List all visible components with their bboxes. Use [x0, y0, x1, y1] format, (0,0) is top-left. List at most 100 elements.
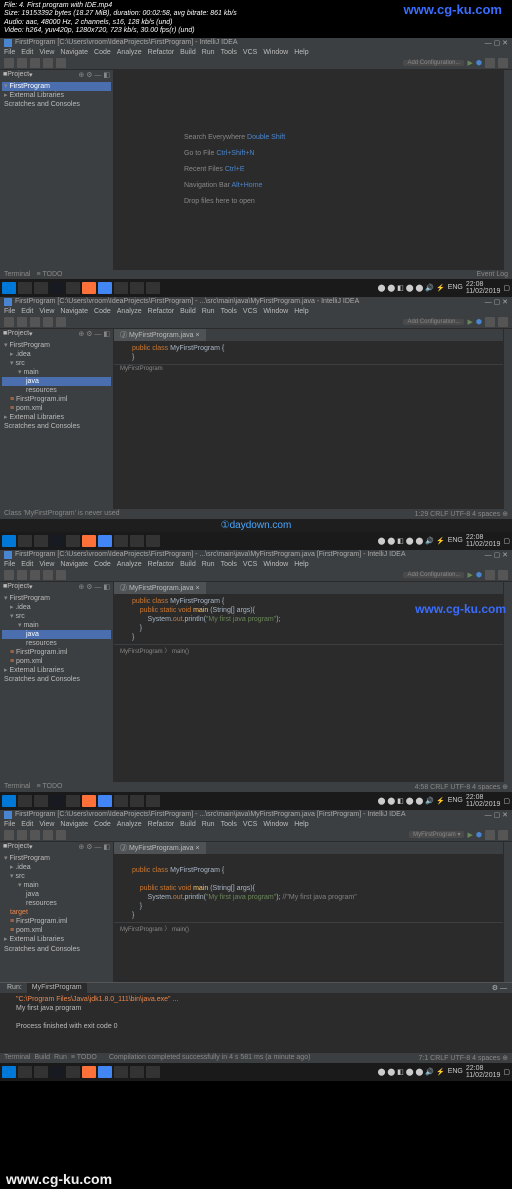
clock[interactable]: 22:08: [466, 281, 484, 288]
firefox-icon[interactable]: [82, 282, 96, 294]
menu-analyze[interactable]: Analyze: [117, 49, 142, 56]
welcome-drop: Drop files here to open: [184, 198, 255, 205]
toolbar: Add Configuration... ▶ ⬢: [0, 57, 512, 70]
statusbar: Terminal ≡ TODO Event Log: [0, 270, 512, 279]
welcome-panel: Search Everywhere Double Shift Go to Fil…: [114, 70, 503, 270]
chrome-icon[interactable]: [98, 282, 112, 294]
watermark-daydown: ①daydown.com: [0, 519, 512, 532]
window-controls[interactable]: — ▢ ✕: [485, 298, 508, 306]
console-stdout: My first java program: [16, 1004, 496, 1013]
console-tab[interactable]: MyFirstProgram: [27, 983, 87, 993]
menu-view[interactable]: View: [39, 49, 54, 56]
tree-main[interactable]: main: [2, 368, 111, 377]
search-icon[interactable]: [498, 317, 508, 327]
debug-icon[interactable]: ⬢: [476, 318, 482, 326]
intellij-icon[interactable]: [146, 282, 160, 294]
run-config[interactable]: Add Configuration...: [403, 60, 464, 66]
watermark-cgku-bot: www.cg-ku.com: [6, 1171, 112, 1187]
debug-icon[interactable]: ⬢: [476, 59, 482, 67]
notif-icon[interactable]: ▢: [503, 284, 510, 292]
menubar[interactable]: File Edit View Navigate Code Analyze Ref…: [0, 48, 512, 57]
date: 11/02/2019: [466, 288, 501, 295]
menu-window[interactable]: Window: [263, 49, 288, 56]
menu-run[interactable]: Run: [202, 49, 215, 56]
tree-idea[interactable]: .idea: [2, 350, 111, 359]
status-msg: Compilation completed successfully in 4 …: [109, 1054, 311, 1061]
lang[interactable]: ENG: [448, 284, 463, 291]
breadcrumb[interactable]: MyFirstProgram 〉 main(): [114, 644, 503, 656]
refresh-icon[interactable]: [30, 58, 40, 68]
ide-window-1: FirstProgram [C:\Users\vroom\IdeaProject…: [0, 38, 512, 279]
windows-taskbar[interactable]: ⬤ ⬤ ◧ ⬤ ⬤ 🔊 ⚡ENG22:0811/02/2019▢: [0, 532, 512, 550]
ide-window-4: FirstProgram [C:\Users\vroom\IdeaProject…: [0, 810, 512, 1063]
tray-icons[interactable]: ⬤ ⬤ ◧ ⬤ ⬤ 🔊 ⚡: [378, 284, 445, 292]
console-exit: Process finished with exit code 0: [16, 1022, 496, 1031]
redo-icon[interactable]: [56, 58, 66, 68]
tree-res[interactable]: resources: [2, 386, 111, 395]
project-label: Project: [7, 71, 29, 78]
console-output[interactable]: "C:\Program Files\Java\jdk1.8.0_111\bin\…: [0, 993, 512, 1053]
window-title: FirstProgram [C:\Users\vroom\IdeaProject…: [15, 551, 406, 558]
video-audio: Audio: aac, 48000 Hz, 2 channels, s16, 1…: [4, 19, 508, 27]
tree-pom[interactable]: pom.xml: [2, 404, 111, 413]
search-icon[interactable]: [18, 282, 32, 294]
tree-scratch[interactable]: Scratches and Consoles: [2, 422, 111, 431]
tree-iml[interactable]: FirstProgram.iml: [2, 395, 111, 404]
code-area[interactable]: public class MyFirstProgram { }: [114, 342, 503, 364]
tree-lib[interactable]: External Libraries: [2, 413, 111, 422]
window-controls[interactable]: — ▢ ✕: [485, 39, 508, 47]
open-icon[interactable]: [4, 58, 14, 68]
run-label[interactable]: Run:: [2, 983, 27, 993]
project-tree[interactable]: FirstProgram .idea src main java resourc…: [0, 339, 113, 434]
save-icon[interactable]: [17, 58, 27, 68]
todo-button[interactable]: ≡ TODO: [36, 271, 62, 278]
toolbar: Add Configuration... ▶ ⬢: [0, 316, 512, 329]
menu-vcs[interactable]: VCS: [243, 49, 257, 56]
titlebar: FirstProgram [C:\Users\vroom\IdeaProject…: [0, 297, 512, 307]
tree-root[interactable]: FirstProgram: [2, 82, 111, 91]
breadcrumb[interactable]: MyFirstProgram: [114, 364, 503, 373]
watermark-cgku-top: www.cg-ku.com: [404, 2, 502, 17]
editor-tab[interactable]: Ⓙ MyFirstProgram.java ×: [114, 329, 206, 341]
tree-src[interactable]: src: [2, 359, 111, 368]
tree-lib[interactable]: External Libraries: [2, 91, 111, 100]
app-icon: [4, 298, 12, 306]
search-icon[interactable]: [498, 58, 508, 68]
editor[interactable]: Ⓙ MyFirstProgram.java × public class MyF…: [114, 329, 503, 509]
menu-file[interactable]: File: [4, 49, 15, 56]
menu-tools[interactable]: Tools: [221, 49, 237, 56]
run-config[interactable]: MyFirstProgram ▾: [409, 831, 464, 838]
run-icon[interactable]: ▶: [467, 318, 472, 326]
tree-java[interactable]: java: [2, 377, 111, 386]
menu-help[interactable]: Help: [294, 49, 308, 56]
ide-window-3: FirstProgram [C:\Users\vroom\IdeaProject…: [0, 550, 512, 792]
stop-icon[interactable]: [485, 58, 495, 68]
project-header[interactable]: ■ Project ▾ ⊕ ⚙ — ◧: [0, 70, 113, 80]
terminal-button[interactable]: Terminal: [4, 271, 30, 278]
gear-icon[interactable]: ⚙ —: [489, 983, 510, 993]
mail-icon[interactable]: [130, 282, 144, 294]
video-video: Video: h264, yuv420p, 1280x720, 723 kb/s…: [4, 27, 508, 35]
gear-icon[interactable]: ⊕ ⚙ — ◧: [78, 71, 110, 79]
run-icon[interactable]: ▶: [467, 59, 472, 67]
undo-icon[interactable]: [43, 58, 53, 68]
taskview-icon[interactable]: [34, 282, 48, 294]
tree-root[interactable]: FirstProgram: [2, 341, 111, 350]
status-warning: Class 'MyFirstProgram' is never used: [4, 510, 119, 517]
event-log[interactable]: Event Log: [476, 271, 508, 278]
start-button[interactable]: [2, 282, 16, 294]
menubar[interactable]: FileEditViewNavigateCodeAnalyzeRefactorB…: [0, 307, 512, 316]
project-tree[interactable]: FirstProgram External Libraries Scratche…: [0, 80, 113, 111]
tree-scratch[interactable]: Scratches and Consoles: [2, 100, 111, 109]
explorer-icon[interactable]: [66, 282, 80, 294]
windows-taskbar[interactable]: ⬤ ⬤ ◧ ⬤ ⬤ 🔊 ⚡ ENG 22:0811/02/2019 ▢: [0, 279, 512, 297]
tree-target[interactable]: target: [2, 908, 111, 917]
menu-code[interactable]: Code: [94, 49, 111, 56]
menu-navigate[interactable]: Navigate: [60, 49, 88, 56]
menu-edit[interactable]: Edit: [21, 49, 33, 56]
menu-refactor[interactable]: Refactor: [148, 49, 174, 56]
menu-build[interactable]: Build: [180, 49, 196, 56]
discord-icon[interactable]: [114, 282, 128, 294]
steam-icon[interactable]: [50, 282, 64, 294]
run-config[interactable]: Add Configuration...: [403, 319, 464, 325]
